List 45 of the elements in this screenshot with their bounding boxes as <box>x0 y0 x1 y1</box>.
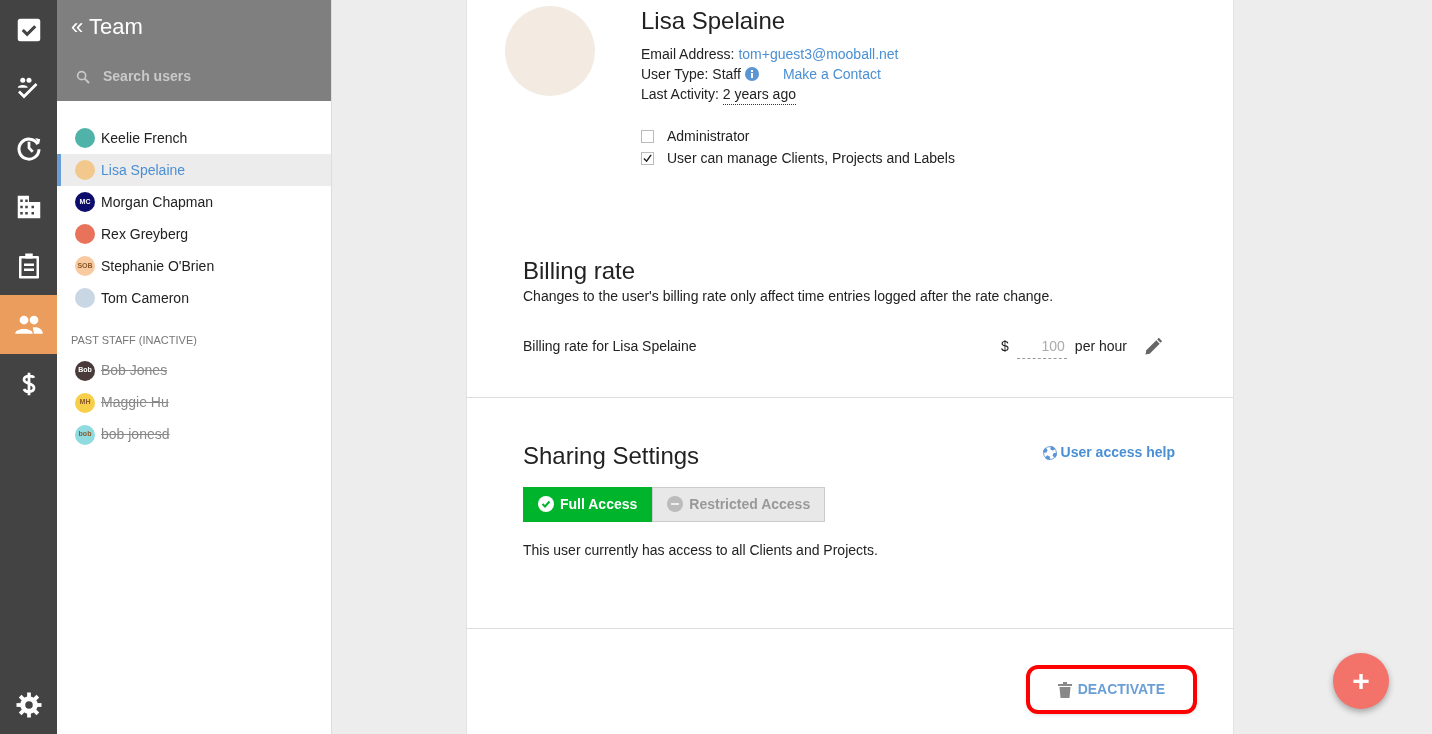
user-name: Stephanie O'Brien <box>101 256 215 276</box>
field-label: Billing rate for Lisa Spelaine <box>523 337 698 357</box>
user-item[interactable]: Lisa Spelaine <box>57 154 331 186</box>
section-title: Sharing Settings <box>523 442 700 471</box>
field-label: Last Activity: <box>641 85 719 104</box>
section-title: Billing rate <box>523 257 637 286</box>
add-button[interactable]: + <box>1333 653 1389 709</box>
user-item[interactable]: Rex Greyberg <box>57 218 331 250</box>
user-name: Tom Cameron <box>101 288 189 308</box>
help-link[interactable]: User access help <box>1042 442 1175 463</box>
info-icon[interactable] <box>744 67 759 81</box>
user-name[interactable]: Bob Jones <box>101 360 168 381</box>
minus-circle-icon <box>667 496 684 513</box>
checkbox[interactable] <box>641 129 654 143</box>
user-name: Rex Greyberg <box>101 224 189 244</box>
trash-icon <box>1057 681 1072 698</box>
email-link[interactable]: tom+guest3@mooball.net <box>738 44 899 64</box>
currency-symbol: $ <box>1001 337 1009 357</box>
checkbox[interactable] <box>641 151 654 165</box>
user-heading: Lisa Spelaine <box>641 6 787 36</box>
field-label: User Type: Staff <box>641 65 741 84</box>
user-item[interactable]: Tom Cameron <box>57 282 331 314</box>
user-name[interactable]: Maggie Hu <box>101 392 169 413</box>
checkbox-label: Administrator <box>667 127 750 146</box>
activity-time: 2 years ago <box>722 84 796 105</box>
checkbox-label: User can manage Clients, Projects and Labels <box>667 149 955 168</box>
edit-icon[interactable] <box>1143 336 1163 357</box>
section-heading: PAST STAFF (INACTIVE) <box>70 333 198 348</box>
search-icon <box>75 68 91 85</box>
check-circle-icon <box>538 496 554 513</box>
user-name: Lisa Spelaine <box>101 160 186 180</box>
user-name: Morgan Chapman <box>101 192 214 212</box>
access-option[interactable]: Restricted Access <box>652 486 826 522</box>
lifebuoy-icon <box>1042 445 1057 460</box>
search-field[interactable]: Search users <box>101 65 301 88</box>
access-option[interactable]: Full Access <box>523 486 653 522</box>
user-name: Keelie French <box>101 128 188 148</box>
access-description: This user currently has access to all Clients and Projects. <box>523 540 879 560</box>
unit-label: per hour <box>1074 337 1127 357</box>
make-contact-link[interactable]: Make a Contact <box>782 64 881 84</box>
user-name[interactable]: bob jonesd <box>101 424 170 445</box>
sidebar-title[interactable]: « Team <box>71 10 317 43</box>
section-description: Changes to the user's billing rate only affect time entries logged after the rate change. <box>523 286 1055 306</box>
field-label: Email Address: <box>641 45 735 64</box>
user-item[interactable]: Keelie French <box>57 122 331 154</box>
